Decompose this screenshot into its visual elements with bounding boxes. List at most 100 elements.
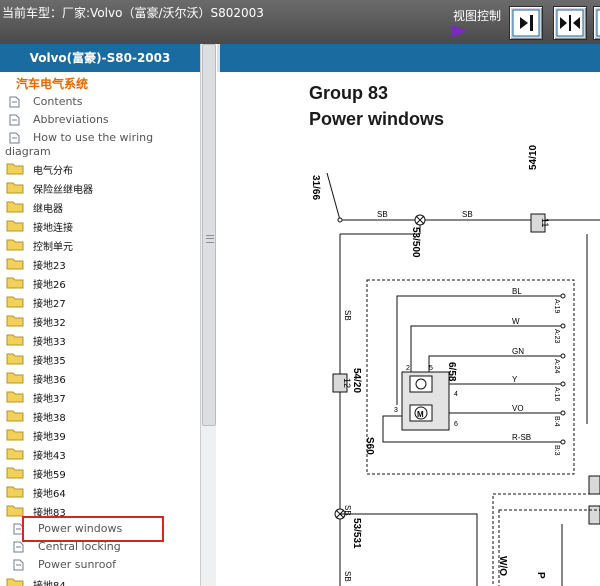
folder-icon bbox=[6, 372, 24, 384]
dock-left-button[interactable] bbox=[593, 6, 600, 40]
splice-label-53-500: 53/500 bbox=[410, 227, 421, 258]
folder-icon bbox=[6, 578, 24, 586]
tree-folder-8[interactable]: 接地32 bbox=[0, 311, 200, 330]
tree-folder-label: 接地26 bbox=[33, 280, 66, 291]
pin-3: 3 bbox=[394, 407, 398, 414]
tree-folder-11[interactable]: 接地36 bbox=[0, 368, 200, 387]
folder-icon bbox=[6, 182, 24, 194]
tree-folder-label: 接地64 bbox=[33, 489, 66, 500]
folder-icon bbox=[6, 486, 24, 498]
component-label-s60: S60 bbox=[364, 437, 375, 455]
tree-folder-13[interactable]: 接地38 bbox=[0, 406, 200, 425]
dock-right-button[interactable] bbox=[509, 6, 543, 40]
svg-text:M: M bbox=[417, 410, 424, 419]
document-icon bbox=[13, 541, 24, 553]
folder-icon bbox=[6, 391, 24, 403]
splice-label-53-531: 53/531 bbox=[351, 518, 362, 549]
tree-folder-7[interactable]: 接地27 bbox=[0, 292, 200, 311]
top-bar: 当前车型：厂家:Volvo（富豪/沃尔沃）S802003 视图控制 bbox=[0, 0, 600, 44]
pin-6: 6 bbox=[454, 421, 458, 428]
folder-icon bbox=[6, 296, 24, 308]
tree-item-abbreviations[interactable]: Abbreviations bbox=[0, 111, 200, 130]
wire-label-r-sb: R-SB bbox=[512, 433, 531, 442]
dock-left-icon bbox=[596, 9, 600, 37]
navigation-sidebar: Volvo(富豪)-S80-2003 汽车电气系统 Contents Abbre… bbox=[0, 44, 217, 586]
tree-item-power-sunroof[interactable]: Power sunroof bbox=[0, 556, 200, 575]
tree-folder-label: 接地39 bbox=[33, 432, 66, 443]
folder-icon bbox=[6, 315, 24, 327]
folder-icon bbox=[6, 448, 24, 460]
diagram-view: Group 83 Power windows SB SB 31/66 54/10… bbox=[217, 44, 600, 586]
tree-item-label: How to use the wiring bbox=[33, 131, 154, 144]
tree-folder-1[interactable]: 保险丝继电器 bbox=[0, 178, 200, 197]
document-icon bbox=[9, 114, 20, 126]
section-title: 汽车电气系统 bbox=[16, 77, 89, 91]
connector-label-6-58: 6/58 bbox=[446, 362, 457, 382]
pin-2: 2 bbox=[406, 365, 410, 372]
tree-folder-label: 接地43 bbox=[33, 451, 66, 462]
wire-label-sb-vertical: SB bbox=[343, 310, 352, 321]
wire-label-sb-2: SB bbox=[462, 210, 473, 219]
view-control-arrow-icon bbox=[452, 25, 468, 37]
tree-folder-4[interactable]: 控制单元 bbox=[0, 235, 200, 254]
tree-folder-2[interactable]: 继电器 bbox=[0, 197, 200, 216]
folder-icon bbox=[6, 410, 24, 422]
tree-folder-label: 保险丝继电器 bbox=[33, 185, 93, 196]
sidebar-scrollbar[interactable] bbox=[200, 44, 216, 586]
tree-item-partial[interactable]: 接地84 bbox=[0, 574, 200, 586]
connector-label-54-20: 54/20 bbox=[351, 368, 362, 393]
pin-label-b4: B:4 bbox=[553, 416, 560, 427]
pin-label-a24: A:24 bbox=[553, 359, 560, 374]
pin-5: 5 bbox=[429, 365, 433, 372]
tree-folder-15[interactable]: 接地43 bbox=[0, 444, 200, 463]
label-wo: W/O bbox=[497, 556, 508, 576]
folder-icon bbox=[6, 163, 24, 175]
folder-icon bbox=[6, 429, 24, 441]
tree-folder-label: 接地27 bbox=[33, 299, 66, 310]
dock-right-icon bbox=[512, 9, 540, 37]
tree-item-label: Contents bbox=[33, 95, 83, 108]
tree-folder-label: 控制单元 bbox=[33, 242, 73, 253]
document-icon bbox=[9, 96, 20, 108]
wire-label-y: Y bbox=[512, 375, 518, 384]
tree-folder-10[interactable]: 接地35 bbox=[0, 349, 200, 368]
tree-folder-9[interactable]: 接地33 bbox=[0, 330, 200, 349]
folder-icon bbox=[6, 505, 24, 517]
folder-icon bbox=[6, 239, 24, 251]
pin-4: 4 bbox=[454, 391, 458, 398]
tree-folder-17[interactable]: 接地64 bbox=[0, 482, 200, 501]
tree-item-label: Abbreviations bbox=[33, 113, 109, 126]
split-view-button[interactable] bbox=[553, 6, 587, 40]
wire-label-vo: VO bbox=[512, 404, 524, 413]
wire-w bbox=[410, 325, 563, 372]
tree-folder-label: 电气分布 bbox=[33, 166, 73, 177]
tree-item-contents[interactable]: Contents bbox=[0, 93, 200, 112]
document-icon bbox=[9, 132, 20, 144]
pin-label-a23: A:23 bbox=[553, 329, 560, 344]
current-vehicle-text: 当前车型：厂家:Volvo（富豪/沃尔沃）S802003 bbox=[2, 6, 264, 20]
wiring-diagram: SB SB 31/66 54/10 53/500 11 SB SB SB 12 … bbox=[310, 145, 600, 586]
tree-folder-label: 接地35 bbox=[33, 356, 66, 367]
tree-folder-5[interactable]: 接地23 bbox=[0, 254, 200, 273]
tree-folder-3[interactable]: 接地连接 bbox=[0, 216, 200, 235]
tree-folder-label: 接地连接 bbox=[33, 223, 73, 234]
tree-folder-label: 接地23 bbox=[33, 261, 66, 272]
tree-folder-12[interactable]: 接地37 bbox=[0, 387, 200, 406]
tree-folder-6[interactable]: 接地26 bbox=[0, 273, 200, 292]
tree-folder-16[interactable]: 接地59 bbox=[0, 463, 200, 482]
folder-icon bbox=[6, 201, 24, 213]
connector-11-label: 11 bbox=[540, 218, 550, 227]
document-icon bbox=[13, 559, 24, 571]
split-view-icon bbox=[556, 9, 584, 37]
tree-folder-0[interactable]: 电气分布 bbox=[0, 159, 200, 178]
connector-12-label: 12 bbox=[342, 378, 352, 388]
folder-icon bbox=[6, 334, 24, 346]
wire-31-66 bbox=[326, 172, 341, 221]
switch-s60-box bbox=[366, 279, 575, 475]
folder-icon bbox=[6, 277, 24, 289]
folder-icon bbox=[6, 467, 24, 479]
tree-folder-14[interactable]: 接地39 bbox=[0, 425, 200, 444]
tree-item-label-wrap: diagram bbox=[5, 145, 51, 158]
scrollbar-thumb[interactable] bbox=[202, 44, 216, 426]
connector-label-54-10: 54/10 bbox=[528, 145, 539, 170]
